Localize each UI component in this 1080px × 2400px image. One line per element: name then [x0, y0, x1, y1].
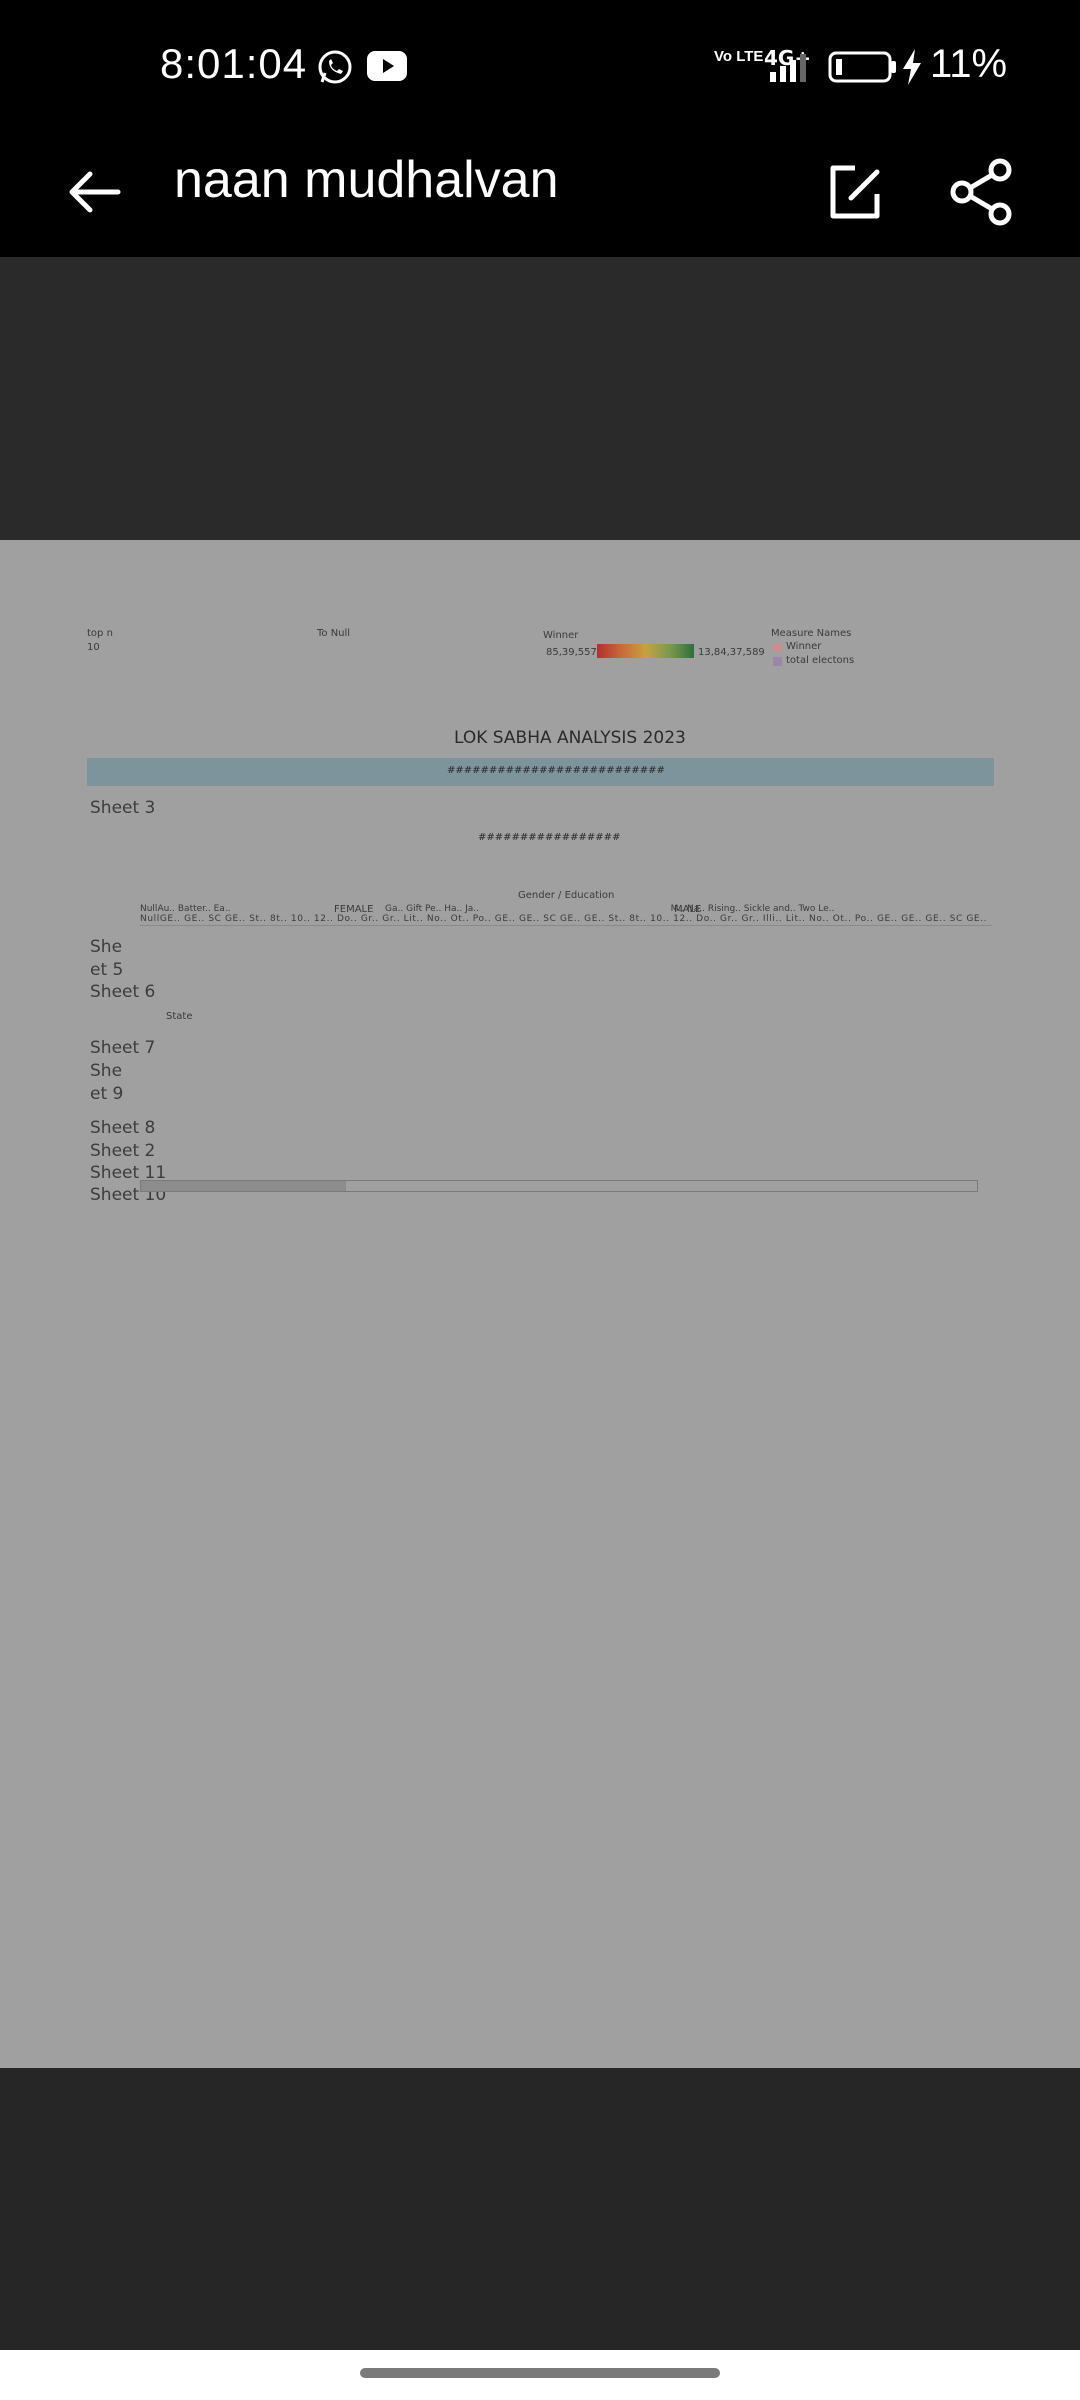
bottom-dark-band: [0, 2068, 1080, 2350]
sheet-6-label: Sheet 6: [90, 982, 156, 1002]
charging-icon: [900, 48, 924, 90]
back-button[interactable]: [56, 152, 136, 232]
signal-icon: [764, 50, 814, 88]
to-null-label: To Null: [317, 628, 351, 639]
dashboard-image[interactable]: top n 10 To Null Winner 85,39,557 13,84,…: [0, 540, 1080, 2068]
gender-education-label: Gender / Education: [518, 890, 615, 901]
sheet-7-label: Sheet 7: [90, 1038, 156, 1058]
share-button[interactable]: [942, 152, 1022, 232]
state-label: State: [166, 1011, 193, 1022]
dashboard-title: LOK SABHA ANALYSIS 2023: [454, 728, 686, 748]
youtube-icon: [366, 50, 408, 86]
back-arrow-icon: [69, 171, 121, 213]
title-banner: ##########################: [87, 758, 994, 786]
volte-icon: Vo LTE: [714, 48, 764, 65]
winner-max-value: 13,84,37,589: [698, 647, 765, 658]
battery-percentage: 11%: [930, 42, 1008, 86]
horizontal-scrollbar[interactable]: [140, 1180, 978, 1192]
edit-icon: [830, 165, 880, 219]
scrollbar-thumb[interactable]: [141, 1181, 346, 1191]
winner-min-value: 85,39,557: [546, 647, 597, 658]
category-header-row: NullGE.. GE.. SC GE.. St.. 8t.. 10.. 12.…: [140, 914, 990, 924]
sheet-5-label-line2: et 5: [90, 960, 124, 980]
winner-color-gradient: [597, 644, 694, 658]
party-header-row: NullAu.. Batter.. Ea.. Ga.. Gift Pe.. Ha…: [140, 904, 835, 914]
sheet-9-label-line2: et 9: [90, 1084, 124, 1104]
sheet-2-label: Sheet 2: [90, 1141, 156, 1161]
header-divider: [140, 925, 992, 926]
top-n-value: 10: [87, 642, 100, 653]
sheet-8-label: Sheet 8: [90, 1118, 156, 1138]
top-dark-band: [0, 257, 1080, 540]
edit-button[interactable]: [815, 152, 895, 232]
sheet-3-label: Sheet 3: [90, 798, 156, 818]
home-indicator[interactable]: [360, 2368, 720, 2378]
winner-legend-label: Winner: [543, 630, 579, 641]
legend-swatch-total-electons: [773, 657, 782, 666]
sheet-5-label-line1: She: [90, 937, 123, 957]
status-time: 8:01:04: [160, 40, 308, 87]
status-bar: 8:01:04 Vo LTE 4G+ 11%: [0, 0, 1080, 130]
legend-swatch-winner: [773, 643, 782, 652]
app-bar: naan mudhalvan: [0, 130, 1080, 257]
battery-icon: [828, 50, 898, 88]
share-icon: [950, 158, 1012, 226]
measure-names-label: Measure Names: [771, 628, 852, 639]
top-n-label: top n: [87, 628, 113, 639]
banner-text: ##########################: [447, 765, 665, 776]
page-title: naan mudhalvan: [174, 151, 559, 209]
sheet-9-label-line1: She: [90, 1061, 123, 1081]
hash-text: #################: [478, 832, 621, 843]
legend-item-winner: Winner: [786, 641, 822, 652]
whatsapp-icon: [316, 48, 354, 90]
legend-item-total-electons: total electons: [786, 655, 855, 666]
